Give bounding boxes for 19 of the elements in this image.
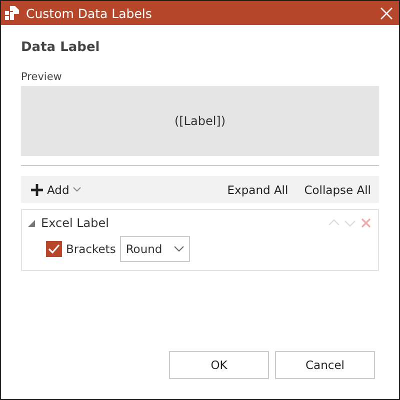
item-title: Excel Label bbox=[41, 216, 109, 230]
section-heading: Data Label bbox=[21, 40, 100, 55]
close-icon[interactable] bbox=[380, 6, 393, 20]
preview-label: Preview bbox=[21, 71, 62, 83]
cancel-button[interactable]: Cancel bbox=[275, 351, 375, 379]
checkbox[interactable] bbox=[46, 241, 62, 257]
chevron-down-icon bbox=[174, 246, 184, 252]
expand-all-button[interactable]: Expand All bbox=[227, 182, 288, 196]
chevron-down-icon bbox=[73, 187, 82, 192]
collapse-all-button[interactable]: Collapse All bbox=[304, 182, 371, 196]
app-logo-icon bbox=[5, 6, 19, 20]
add-button[interactable]: Add bbox=[31, 182, 82, 196]
preview-text: ([Label]) bbox=[174, 114, 226, 128]
plus-icon bbox=[31, 184, 43, 196]
checkbox-label: Brackets bbox=[66, 242, 116, 256]
bracket-dropdown[interactable]: Round bbox=[120, 236, 190, 262]
expanded-triangle-icon[interactable] bbox=[28, 220, 35, 226]
ok-button[interactable]: OK bbox=[169, 351, 269, 379]
window-title: Custom Data Labels bbox=[26, 6, 153, 20]
